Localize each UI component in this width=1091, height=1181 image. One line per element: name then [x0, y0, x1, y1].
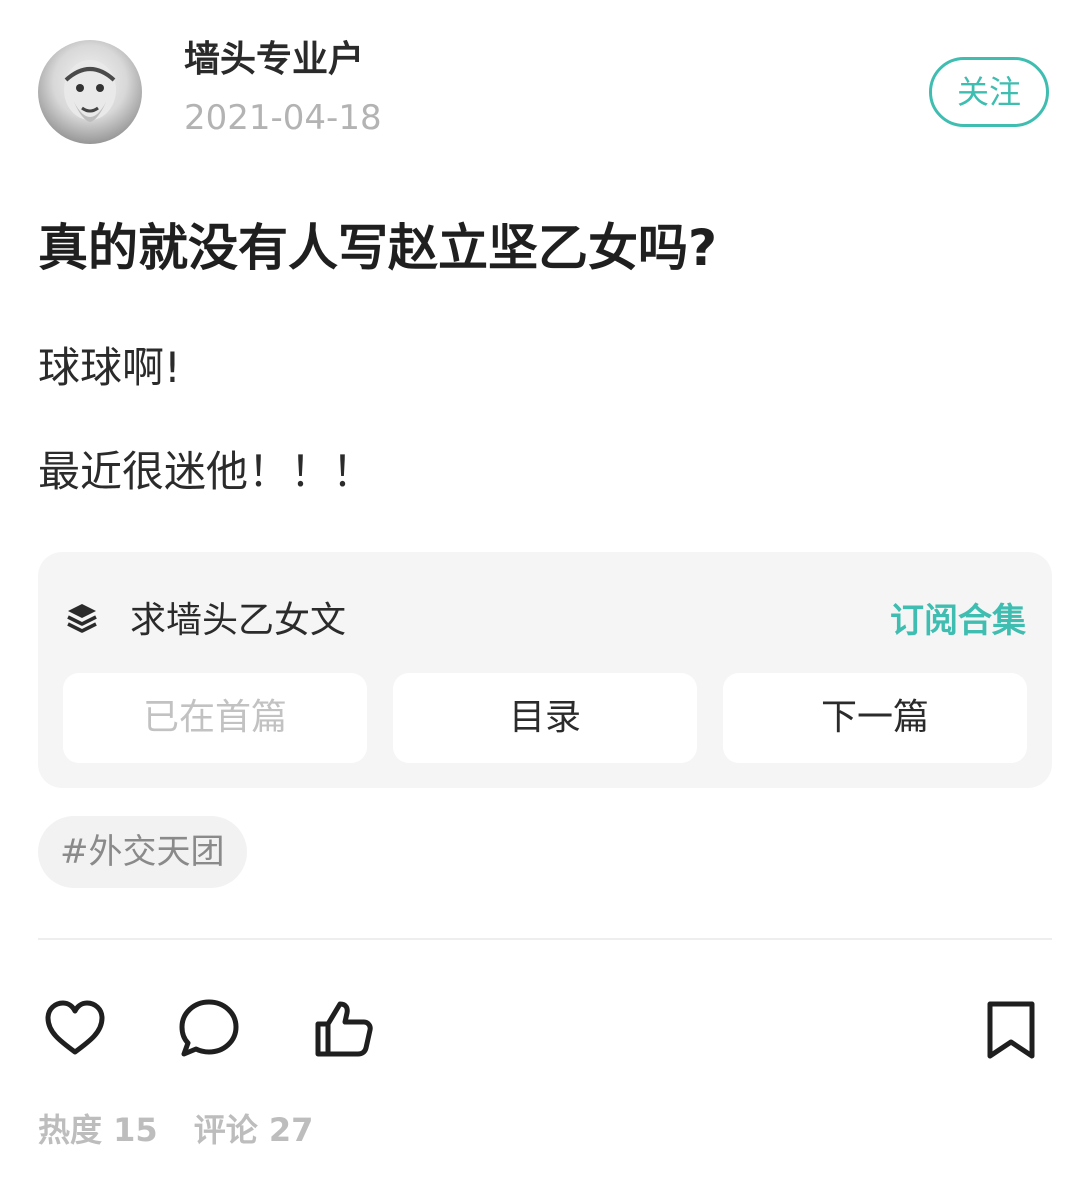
heart-icon[interactable] [42, 996, 108, 1062]
bookmark-icon[interactable] [978, 996, 1044, 1062]
avatar[interactable] [38, 40, 142, 144]
post-date: 2021-04-18 [184, 98, 382, 138]
comment-count[interactable]: 评论 27 [194, 1111, 314, 1149]
comment-icon[interactable] [176, 996, 242, 1062]
subscribe-collection-button[interactable]: 订阅合集 [890, 598, 1026, 644]
collection-name[interactable]: 求墙头乙女文 [130, 598, 346, 644]
divider [38, 938, 1052, 940]
avatar-face-icon [64, 60, 116, 122]
next-chapter-button[interactable]: 下一篇 [723, 673, 1027, 763]
stack-icon [64, 600, 100, 636]
follow-button[interactable]: 关注 [929, 57, 1049, 127]
table-of-contents-button[interactable]: 目录 [393, 673, 697, 763]
post-stats: 热度 15 评论 27 [38, 1106, 313, 1154]
post-paragraph: 最近很迷他！！！ [38, 447, 375, 496]
first-chapter-button: 已在首篇 [63, 673, 367, 763]
heat-count[interactable]: 热度 15 [38, 1111, 158, 1149]
collection-card: 求墙头乙女文 订阅合集 已在首篇 目录 下一篇 [38, 552, 1052, 788]
thumbs-up-icon[interactable] [310, 996, 376, 1062]
post-body: 球球啊! 最近很迷他！！！ [38, 336, 1038, 544]
post-paragraph: 球球啊! [38, 343, 181, 392]
author-name[interactable]: 墙头专业户 [184, 38, 364, 82]
post-title: 真的就没有人写赵立坚乙女吗? [38, 219, 718, 277]
tag-chip[interactable]: #外交天团 [38, 816, 247, 888]
